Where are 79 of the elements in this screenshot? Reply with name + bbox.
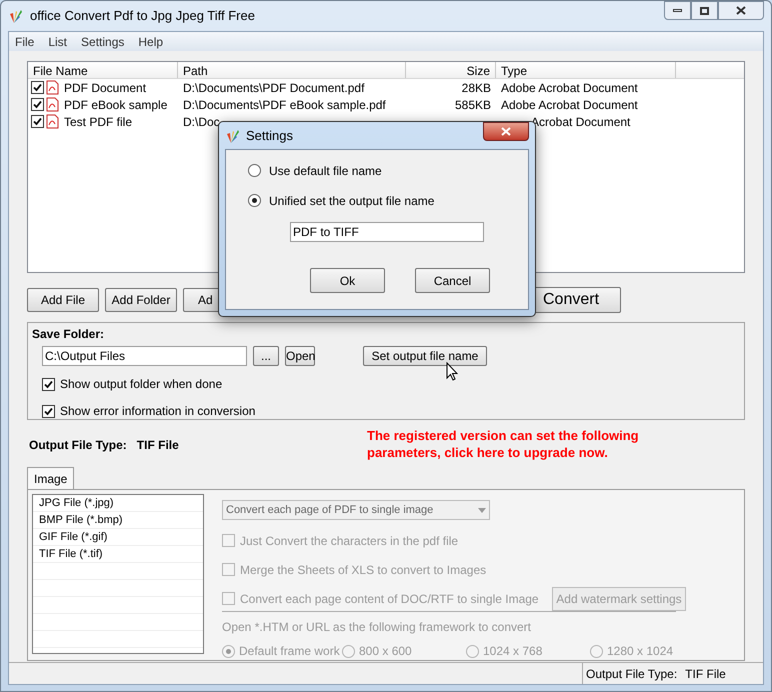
table-cell: 585KB — [454, 98, 491, 112]
dropdown-arrow-icon — [478, 508, 486, 512]
format-item[interactable]: JPG File (*.jpg) — [39, 497, 114, 509]
table-cell-text: Test PDF file — [64, 114, 132, 130]
maximize-button[interactable] — [691, 1, 718, 20]
table-cell-text: PDF eBook sample — [64, 96, 168, 114]
radio-label: 800 x 600 — [359, 643, 412, 660]
table-cell: Adobe Acrobat Document — [501, 80, 638, 94]
table-cell: Adobe Acrobat Document — [501, 98, 638, 112]
checkbox[interactable] — [222, 592, 235, 605]
mouse-cursor-icon — [446, 362, 458, 382]
upgrade-link[interactable]: The registered version can set the following parameters, click here to upgrade now. — [367, 427, 687, 463]
checkbox-label: Merge the Sheets of XLS to convert to Images — [240, 562, 486, 578]
radio-button[interactable] — [248, 164, 261, 177]
framework-label: Open *.HTM or URL as the following framework to convert — [222, 619, 532, 636]
folder-path-field[interactable]: C:\Output Files — [42, 346, 247, 366]
menu-item[interactable]: File — [15, 32, 34, 50]
checkbox-label: Show output folder when done — [60, 376, 222, 393]
radio-button[interactable] — [466, 644, 479, 658]
pdf-file-icon — [46, 114, 59, 129]
browse-button[interactable]: ... — [253, 346, 279, 366]
radio-label: Default frame work — [239, 643, 340, 660]
checkbox[interactable] — [42, 378, 55, 390]
column-header[interactable]: File Name — [28, 62, 178, 78]
radio-button[interactable] — [342, 644, 355, 658]
menu-item[interactable]: Settings — [81, 32, 124, 50]
output-type-value: TIF File — [136, 437, 179, 454]
radio-button[interactable] — [222, 644, 235, 658]
app-logo-icon — [225, 128, 241, 144]
pdf-file-icon — [46, 80, 59, 95]
format-item[interactable]: GIF File (*.gif) — [39, 531, 108, 543]
column-header[interactable]: Size — [406, 62, 496, 78]
checkbox[interactable] — [42, 404, 55, 418]
minimize-button[interactable] — [664, 1, 691, 20]
status-label: Output File Type: — [586, 666, 678, 682]
list-button[interactable]: Add Folder — [105, 288, 177, 312]
open-button[interactable]: Open — [285, 346, 315, 366]
close-icon — [736, 6, 746, 15]
group-label: Save Folder: — [32, 327, 104, 341]
close-button[interactable] — [483, 122, 529, 141]
radio-button[interactable] — [248, 194, 261, 207]
table-cell: D:\Doc — [183, 114, 220, 128]
radio-label: 1024 x 768 — [483, 643, 542, 660]
column-header[interactable]: Path — [178, 62, 406, 78]
table-cell: D:\Documents\PDF Document.pdf — [183, 80, 364, 94]
pdf-file-icon — [46, 97, 59, 112]
radio-label: Unified set the output file name — [269, 192, 434, 210]
output-type-label: Output File Type: — [29, 437, 127, 454]
close-icon — [501, 127, 511, 136]
checkbox[interactable] — [222, 563, 235, 576]
checkbox[interactable] — [222, 534, 235, 547]
checkbox[interactable] — [31, 115, 44, 128]
column-header[interactable]: Type — [496, 62, 676, 78]
format-item[interactable]: TIF File (*.tif) — [39, 548, 103, 560]
table-cell: 28KB — [462, 80, 491, 94]
file-name-field[interactable]: PDF to TIFF — [290, 222, 484, 242]
app-logo-icon — [8, 8, 24, 24]
radio-label: 1280 x 1024 — [607, 643, 674, 660]
checkbox-label: Convert each page content of DOC/RTF to single Image — [240, 590, 539, 608]
checkbox[interactable] — [31, 81, 44, 94]
window-title: office Convert Pdf to Jpg Jpeg Tiff Free — [30, 7, 255, 26]
dialog-title: Settings — [246, 126, 293, 145]
tab[interactable]: Image — [27, 467, 74, 489]
menu-item[interactable]: Help — [138, 32, 164, 50]
table-cell: D:\Documents\PDF eBook sample.pdf — [183, 98, 386, 112]
checkbox[interactable] — [31, 98, 44, 111]
dialog-button[interactable]: Ok — [310, 268, 385, 293]
table-cell-text: PDF Document — [64, 80, 146, 96]
checkbox-label: Show error information in conversion — [60, 403, 256, 420]
format-item[interactable]: BMP File (*.bmp) — [39, 514, 123, 526]
radio-label: Use default file name — [269, 162, 382, 180]
dialog-button[interactable]: Cancel — [415, 268, 490, 293]
close-button[interactable] — [718, 1, 764, 20]
menu-item[interactable]: List — [48, 32, 68, 50]
status-value: TIF File — [685, 666, 726, 682]
checkbox-label: Just Convert the characters in the pdf file — [240, 532, 458, 550]
set-output-name-button[interactable]: Set output file name — [363, 346, 487, 366]
radio-button[interactable] — [590, 644, 603, 658]
list-button[interactable]: Add File — [27, 288, 99, 312]
